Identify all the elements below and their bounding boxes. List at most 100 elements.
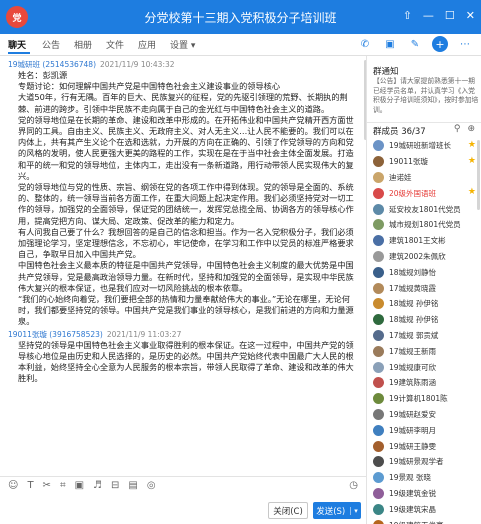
file-icon[interactable]: ⌗	[60, 480, 66, 491]
member-name: 19计算机1801陈	[389, 394, 448, 404]
compose-area[interactable]: 关闭(C) 发送(S) ▾	[0, 493, 366, 524]
share-icon[interactable]: ⇧	[403, 9, 412, 22]
member-name: 19城研赵爱安	[389, 409, 437, 419]
member-avatar	[373, 519, 384, 524]
minimize-button[interactable]: —	[423, 9, 434, 22]
member-item[interactable]: 迪诺娃	[367, 170, 481, 186]
member-name: 18城规 孙伊铭	[389, 299, 439, 309]
member-avatar	[373, 156, 384, 168]
announcement-text[interactable]: 【公告】请大家提前熟悉第十一期已经学员名单，并认真学习《入党积极分子培训班须知》…	[373, 77, 479, 115]
emoji-icon[interactable]: ☺	[8, 480, 18, 491]
close-window-button[interactable]: ✕	[466, 9, 475, 22]
member-item[interactable]: 19011张璇 ★	[367, 154, 481, 170]
history-icon[interactable]: ◷	[349, 480, 358, 491]
member-list-scrollbar[interactable]	[477, 140, 480, 210]
member-item[interactable]: 19城规康可欣	[367, 359, 481, 375]
member-avatar	[373, 266, 384, 278]
invite-member-icon[interactable]: ⊕	[467, 124, 475, 134]
homework-icon[interactable]: ✎	[407, 36, 423, 52]
member-avatar	[373, 329, 384, 341]
message-paragraph: 大道50年，行有无隅。百年的巨大、民族复兴的征程，党的先驱引领理的荒野、长期执的…	[18, 92, 348, 114]
member-name: 19城研王静雯	[389, 441, 437, 451]
message-paragraph: 姓名：彭凯源	[18, 70, 68, 80]
input-toolbar: ☺ T ✂ ⌗ ▣ ♬ ⊟ ▤ ◎ ◷	[0, 476, 366, 493]
member-item[interactable]: 建筑1801王文彬	[367, 233, 481, 249]
member-name: 17城规黄晓霞	[389, 283, 437, 293]
member-item[interactable]: 城市规划1801代党员	[367, 217, 481, 233]
tab-album[interactable]: 相册	[74, 38, 92, 51]
member-avatar	[373, 250, 384, 262]
image-icon[interactable]: ▣	[75, 480, 84, 491]
member-name: 19建筑陈雨涵	[389, 378, 437, 388]
search-member-icon[interactable]: ⚲	[454, 124, 461, 134]
add-icon[interactable]: +	[432, 36, 448, 52]
member-item[interactable]: 19城研景观学者	[367, 454, 481, 470]
music-icon[interactable]: ♬	[93, 480, 102, 491]
location-icon[interactable]: ◎	[147, 480, 156, 491]
member-name: 建筑1801王文彬	[389, 236, 446, 246]
close-button[interactable]: 关闭(C)	[268, 502, 308, 519]
member-avatar	[373, 298, 384, 310]
message-meta: 19城研班 (2514536748) 2021/11/9 10:43:32	[8, 60, 359, 70]
member-name: 19城研李明月	[389, 425, 437, 435]
send-button[interactable]: 发送(S) ▾	[313, 502, 361, 519]
member-avatar	[373, 345, 384, 357]
member-list[interactable]: 19城研班新增班长 ★ 19011张璇 ★ 迪诺娃 20级外国语班 ★ 延安校友1801代党员…	[367, 138, 481, 524]
screenshot-icon[interactable]: ✂	[43, 480, 51, 491]
font-icon[interactable]: T	[27, 480, 33, 491]
member-name: 19级建筑宋晶	[389, 504, 437, 514]
member-item[interactable]: 19建筑陈雨涵	[367, 375, 481, 391]
chat-message-area[interactable]: 19城研班 (2514536748) 2021/11/9 10:43:32 姓名：…	[0, 56, 365, 476]
send-options-dropdown[interactable]: ▾	[350, 506, 358, 515]
member-item[interactable]: 18城规刘静怡	[367, 264, 481, 280]
member-item[interactable]: 19级建筑王俊豪	[367, 517, 481, 524]
message-paragraph: 党的领导地位是在长期的革命、建设和改革中形成的。在开拓伟业和中国共产党精开西方面…	[18, 114, 354, 181]
member-item[interactable]: 19城研李明月	[367, 422, 481, 438]
member-item[interactable]: 19城研赵爱安	[367, 407, 481, 423]
member-item[interactable]: 17城规 郭贡斌	[367, 328, 481, 344]
member-item[interactable]: 19计算机1801陈	[367, 391, 481, 407]
tab-files[interactable]: 文件	[106, 38, 124, 51]
member-item[interactable]: 19城研王静雯	[367, 438, 481, 454]
member-item[interactable]: 延安校友1801代党员	[367, 201, 481, 217]
member-avatar	[373, 171, 384, 183]
member-avatar	[373, 487, 384, 499]
more-icon[interactable]: ⋯	[457, 36, 473, 52]
member-avatar	[373, 503, 384, 515]
member-avatar	[373, 140, 384, 152]
member-name: 19级建筑王俊豪	[389, 520, 467, 524]
member-item[interactable]: 19级建筑金锐	[367, 486, 481, 502]
phone-icon[interactable]: ✆	[357, 36, 373, 52]
member-item[interactable]: 17城规黄晓霞	[367, 280, 481, 296]
member-item[interactable]: 18城规 孙伊铭	[367, 312, 481, 328]
message-time: 2021/11/9 11:03:27	[106, 329, 182, 339]
message-paragraph: “我们的心始终向着党，我们要把全部的热情和力量奉献给伟大的事业。”无论在哪里，无…	[18, 294, 354, 327]
member-avatar	[373, 314, 384, 326]
message-paragraph: 有人问我自己要了什么？我想回答的是自己的信念和担当。作为一名入党积极分子，我们必…	[18, 226, 354, 260]
screen-share-icon[interactable]: ▣	[382, 36, 398, 52]
member-item[interactable]: 17城规王新雨	[367, 343, 481, 359]
group-tabs: 聊天 公告 相册 文件 应用 设置 ▾ ✆ ▣ ✎ + ⋯	[0, 34, 481, 56]
sender-name[interactable]: 19011张璇 (3916758523)	[8, 330, 103, 339]
document-icon[interactable]: ▤	[128, 480, 137, 491]
member-avatar	[373, 456, 384, 468]
tab-settings[interactable]: 设置 ▾	[170, 38, 195, 51]
member-item[interactable]: 19级建筑宋晶	[367, 501, 481, 517]
sender-name[interactable]: 19城研班 (2514536748)	[8, 60, 96, 69]
member-name: 19级建筑金锐	[389, 488, 437, 498]
maximize-button[interactable]: ☐	[445, 9, 455, 22]
member-item[interactable]: 19城研班新增班长 ★	[367, 138, 481, 154]
member-item[interactable]: 20级外国语班 ★	[367, 185, 481, 201]
member-avatar	[373, 187, 384, 199]
member-item[interactable]: 建筑2002朱佩欣	[367, 249, 481, 265]
member-count: 群成员 36/37	[373, 127, 426, 137]
member-item[interactable]: 18城规 孙伊铭	[367, 296, 481, 312]
group-sidebar: 群通知 【公告】请大家提前熟悉第十一期已经学员名单，并认真学习《入党积极分子培训…	[366, 56, 481, 524]
member-avatar	[373, 472, 384, 484]
member-avatar	[373, 282, 384, 294]
tab-apps[interactable]: 应用	[138, 38, 156, 51]
poll-icon[interactable]: ⊟	[111, 480, 119, 491]
tab-chat[interactable]: 聊天	[8, 38, 26, 51]
member-item[interactable]: 19景观 张晓	[367, 470, 481, 486]
tab-announcement[interactable]: 公告	[42, 38, 60, 51]
